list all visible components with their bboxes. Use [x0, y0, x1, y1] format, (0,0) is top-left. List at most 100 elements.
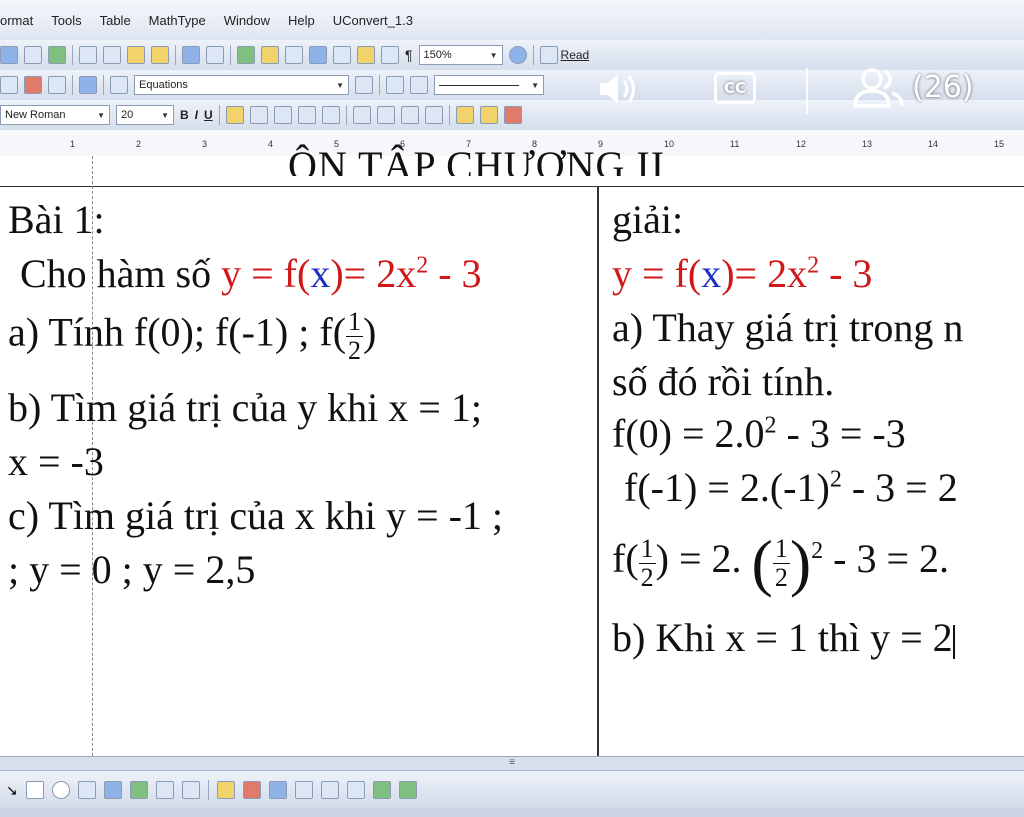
insert-equation-icon[interactable]	[24, 76, 42, 94]
arrow-icon[interactable]: ↘	[6, 782, 18, 799]
italic-button[interactable]: I	[195, 108, 198, 122]
tables-borders-icon[interactable]	[261, 46, 279, 64]
zoom-select[interactable]: 150% ▼	[418, 45, 503, 65]
insert-excel-icon[interactable]	[309, 46, 327, 64]
paste-icon[interactable]	[127, 46, 145, 64]
line-style-icon[interactable]	[294, 781, 313, 799]
cut-icon[interactable]	[79, 46, 97, 64]
line-color-icon[interactable]	[242, 781, 261, 799]
captions-button[interactable]: CC	[714, 72, 756, 104]
solution-b: b) Khi x = 1 thì y = 2	[612, 614, 955, 661]
chevron-down-icon: ▼	[531, 80, 539, 90]
dash-style-icon[interactable]	[320, 781, 339, 799]
oval-icon[interactable]	[51, 781, 70, 799]
document-page[interactable]: ÔN TẬP CHƯƠNG II Bài 1: Cho hàm số y = f…	[0, 143, 1024, 756]
wordart-icon[interactable]	[103, 781, 122, 799]
font-size-select[interactable]: 20 ▼	[116, 105, 174, 125]
menu-tools[interactable]: Tools	[51, 13, 81, 28]
justify-icon[interactable]	[297, 106, 316, 124]
ruler-tick: 13	[862, 139, 873, 149]
read-button[interactable]: Read	[539, 46, 589, 64]
show-hide-icon[interactable]: ¶	[405, 47, 413, 63]
highlight-icon[interactable]	[479, 106, 498, 124]
font-color-icon[interactable]	[503, 106, 522, 124]
3d-icon[interactable]	[398, 781, 417, 799]
fraction-half: 12	[638, 534, 656, 592]
align-center-icon[interactable]	[249, 106, 268, 124]
decrease-indent-icon[interactable]	[400, 106, 419, 124]
solution-function: y = f(x)= 2x2 - 3	[612, 250, 872, 297]
back-icon[interactable]	[110, 76, 128, 94]
fraction-denominator: 2	[640, 562, 654, 592]
question-c-line2: ; y = 0 ; y = 2,5	[8, 547, 256, 592]
bold-button[interactable]: B	[180, 108, 189, 122]
solution-fhalf: f(1 2) = 2. (1 2)2 - 3 = 2.	[612, 526, 949, 600]
function-y: y	[612, 251, 632, 296]
copy-icon[interactable]	[103, 46, 121, 64]
fraction-half: 12	[346, 308, 364, 365]
rectangle-icon[interactable]	[25, 781, 44, 799]
font-color-icon[interactable]	[268, 781, 287, 799]
separator	[72, 45, 73, 65]
undo-icon[interactable]	[182, 46, 200, 64]
f0-tail: - 3 = -3	[776, 411, 906, 456]
fraction-denominator: 2	[774, 562, 788, 592]
forward-icon[interactable]	[355, 76, 373, 94]
function-eq: = f(	[632, 251, 702, 296]
menu-help[interactable]: Help	[288, 13, 315, 28]
increase-indent-icon[interactable]	[424, 106, 443, 124]
fhalf-exponent: 2	[811, 537, 824, 564]
clipart-icon[interactable]	[155, 781, 174, 799]
line-spacing-icon[interactable]	[321, 106, 340, 124]
participants-button[interactable]: (26)	[852, 66, 974, 108]
equation-number-icon[interactable]	[48, 76, 66, 94]
menu-table[interactable]: Table	[100, 13, 131, 28]
exercise-intro: Cho hàm số y = f(x)= 2x2 - 3	[20, 250, 482, 297]
menu-uconvert[interactable]: UConvert_1.3	[333, 13, 413, 28]
align-right-icon[interactable]	[273, 106, 292, 124]
edit-icon[interactable]	[386, 76, 404, 94]
ruler-tick: 11	[730, 139, 740, 149]
bullets-icon[interactable]	[376, 106, 395, 124]
columns-icon[interactable]	[333, 46, 351, 64]
globe-icon[interactable]	[79, 76, 97, 94]
underline-button[interactable]: U	[204, 108, 213, 122]
comment-icon[interactable]	[410, 76, 428, 94]
spelling-icon[interactable]	[48, 46, 66, 64]
volume-icon[interactable]	[594, 66, 640, 112]
fill-color-icon[interactable]	[216, 781, 235, 799]
format-painter-icon[interactable]	[151, 46, 169, 64]
separator	[218, 105, 220, 125]
line-style-select[interactable]: ▼	[434, 75, 544, 95]
function-tail: - 3	[428, 251, 482, 296]
help-icon[interactable]	[508, 46, 527, 64]
menu-window[interactable]: Window	[224, 13, 270, 28]
insert-table-icon[interactable]	[285, 46, 303, 64]
shadow-icon[interactable]	[372, 781, 391, 799]
ruler-tick: 10	[664, 139, 675, 149]
ruler-tick: 3	[202, 139, 208, 149]
border-icon[interactable]	[455, 106, 474, 124]
mathtype-icon[interactable]	[0, 76, 18, 94]
menu-format[interactable]: ormat	[0, 13, 33, 28]
picture-icon[interactable]	[181, 781, 200, 799]
preview-icon[interactable]	[24, 46, 42, 64]
redo-icon[interactable]	[206, 46, 224, 64]
separator	[72, 75, 73, 95]
align-left-icon[interactable]	[225, 106, 244, 124]
style-select[interactable]: Equations ▼	[134, 75, 349, 95]
drawing-icon[interactable]	[357, 46, 375, 64]
question-b-line2: x = -3	[8, 439, 104, 484]
arrow-style-icon[interactable]	[346, 781, 365, 799]
document-map-icon[interactable]	[381, 46, 399, 64]
question-a-text: a) Tính f(0); f(-1) ; f(	[8, 309, 347, 355]
menu-mathtype[interactable]: MathType	[149, 13, 206, 28]
right-paren: )	[789, 527, 812, 598]
numbering-icon[interactable]	[352, 106, 371, 124]
textbox-icon[interactable]	[77, 781, 96, 799]
hyperlink-icon[interactable]	[237, 46, 255, 64]
print-icon[interactable]	[0, 46, 18, 64]
diagram-icon[interactable]	[129, 781, 148, 799]
window-split-bar[interactable]: ≡	[0, 756, 1024, 771]
font-name-select[interactable]: New Roman ▼	[0, 105, 110, 125]
